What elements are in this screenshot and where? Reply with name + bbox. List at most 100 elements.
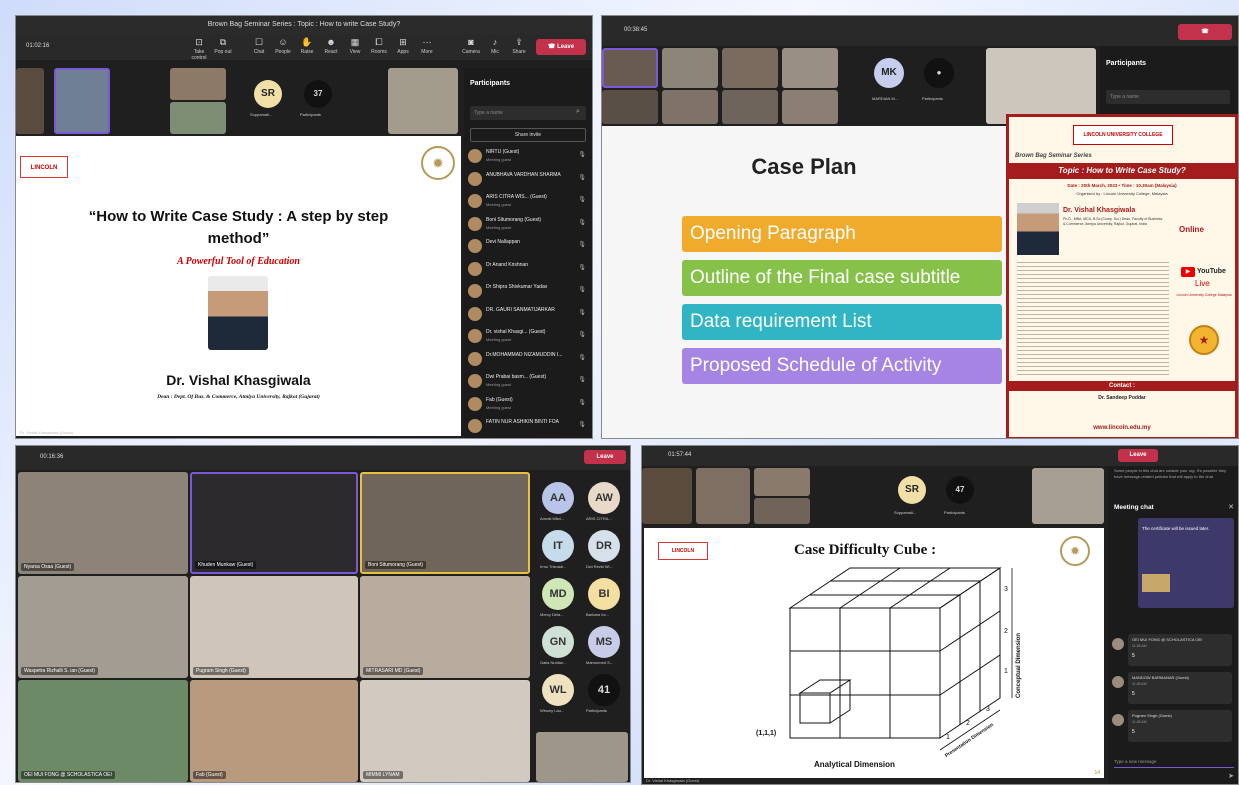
participants-icon[interactable]: ● — [924, 58, 954, 88]
video-tile-p4-1[interactable] — [642, 468, 692, 524]
mic-button[interactable]: ♪ Mic — [484, 36, 506, 58]
participant-row[interactable]: ANUBHAVA VARDHAN SHARMA 🎙 — [464, 169, 592, 191]
leave-button[interactable]: ☎ Leave — [536, 39, 586, 55]
gallery-avatar[interactable]: MS — [588, 626, 620, 658]
participant-video-name: Khuden Munkaw (Guest) — [195, 561, 257, 569]
participant-row[interactable]: DR. GAURI SANMATIJARKAR 🎙 — [464, 304, 592, 326]
share-invite-button[interactable]: Share invite — [470, 128, 586, 142]
participant-video-tile[interactable]: Pugram Singh (Guest) — [190, 576, 358, 678]
video-tile-6[interactable] — [602, 48, 658, 88]
avatar-sr-2[interactable]: SR — [898, 476, 926, 504]
video-tile-10[interactable] — [602, 90, 658, 124]
video-tile-4[interactable] — [170, 102, 226, 134]
participant-row[interactable]: Dwi Prabai basm... (Guest) Meeting guest 🎙 — [464, 371, 592, 393]
participant-video-tile[interactable]: Khuden Munkaw (Guest) — [190, 472, 358, 574]
view-button[interactable]: ▦ View — [344, 36, 366, 58]
participant-avatar — [468, 171, 482, 186]
video-tile-5[interactable] — [388, 68, 458, 134]
participants-count[interactable]: 37 — [304, 80, 332, 108]
gallery-avatar[interactable]: IT — [542, 530, 574, 562]
pop-out-button[interactable]: ⧉ Pop out — [212, 36, 234, 58]
video-tile-14[interactable] — [986, 48, 1096, 124]
participant-name: Dr Shipra Shivkumar Yadav — [486, 284, 548, 290]
participant-row[interactable]: Fab (Guest) Meeting guest 🎙 — [464, 394, 592, 416]
take-control-button[interactable]: ⊡ Take control — [188, 36, 210, 61]
send-icon[interactable]: ➤ — [1228, 772, 1234, 780]
gallery-avatar[interactable]: BI — [588, 578, 620, 610]
leave-button-3[interactable]: Leave — [584, 450, 626, 464]
difficulty-cube-slide: LINCOLN ✹ Case Difficulty Cube : (1,1,1)… — [644, 528, 1104, 778]
participant-video-name: Waspetra Rizhalli S. ian (Guest) — [21, 667, 98, 675]
participant-row[interactable]: Dr. vishal Khasgi... (Guest) Meeting gues… — [464, 326, 592, 348]
participant-video-tile[interactable]: Boni Situmorang (Guest) — [360, 472, 530, 574]
search-input[interactable]: Type a name — [470, 106, 586, 120]
gallery-avatar[interactable]: 41 — [588, 674, 620, 706]
participant-avatar — [468, 149, 482, 163]
video-tile-1[interactable] — [16, 68, 44, 134]
people-button[interactable]: ☺ People — [272, 36, 294, 58]
teams-window-top-left: Brown Bag Seminar Series : Topic : How t… — [15, 15, 593, 439]
leave-button-2[interactable]: ☎ — [1178, 24, 1232, 40]
video-tile-p4-2[interactable] — [696, 468, 750, 524]
gallery-avatar[interactable]: WL — [542, 674, 574, 706]
participant-row[interactable]: ARIS CITRA WIS... (Guest) Meeting guest 🎙 — [464, 191, 592, 213]
participant-video-tile[interactable]: OEI MUI FONG @ SCHOLASTICA OEI — [18, 680, 188, 782]
participant-name: ARIS CITRA WIS... (Guest) — [486, 194, 547, 200]
video-tile-2[interactable] — [54, 68, 110, 134]
raise-hand-button[interactable]: ✋ Raise — [296, 36, 318, 58]
gallery-avatar-name: Dwi Rezki Wi... — [586, 564, 613, 569]
gallery-avatar[interactable]: MD — [542, 578, 574, 610]
participant-video-tile[interactable]: MITRASARI MD (Guest) — [360, 576, 530, 678]
react-button[interactable]: ☻ React — [320, 36, 342, 58]
participant-video-tile[interactable]: Fab (Guest) — [190, 680, 358, 782]
video-tile-3[interactable] — [170, 68, 226, 100]
participants-count-2[interactable]: 47 — [946, 476, 974, 504]
gallery-avatar[interactable]: GN — [542, 626, 574, 658]
participant-row[interactable]: Devi Nallappan 🎙 — [464, 236, 592, 258]
participants-label-2: Participants — [922, 96, 943, 101]
participant-video-tile[interactable]: Waspetra Rizhalli S. ian (Guest) — [18, 576, 188, 678]
camera-button[interactable]: ◙ Camera — [460, 36, 482, 58]
gallery-avatar-name: Irmu Trisnadi... — [540, 564, 567, 569]
participant-row[interactable]: NIRTU (Guest) Meeting guest 🎙 — [464, 146, 592, 168]
video-tile-7[interactable] — [662, 48, 718, 88]
participant-row[interactable]: Boni Situmorang (Guest) Meeting guest 🎙 — [464, 214, 592, 236]
gallery-avatar[interactable]: AA — [542, 482, 574, 514]
avatar-mk[interactable]: MK — [874, 58, 904, 88]
video-tile-12[interactable] — [722, 90, 778, 124]
participant-row[interactable]: Dr Anand Krishnan 🎙 — [464, 259, 592, 281]
teams-window-top-right: 00:38:45 ☎ MK MARDIAN M... ● Participant… — [601, 15, 1239, 439]
chat-input[interactable]: Type a new message — [1114, 756, 1234, 768]
avatar-sr[interactable]: SR — [254, 80, 282, 108]
participant-video-tile[interactable]: Nyarsa Osaa (Guest) — [18, 472, 188, 574]
gallery-avatar[interactable]: AW — [588, 482, 620, 514]
participant-video-tile[interactable]: MIMMI LYNAM — [360, 680, 530, 782]
participant-avatar — [468, 329, 482, 343]
video-tile-p4-5[interactable] — [1032, 468, 1104, 524]
participant-avatar — [468, 216, 482, 231]
participant-row[interactable]: Dr.MOHAMMAD NIZAMUDDIN I... 🎙 — [464, 349, 592, 371]
share-button[interactable]: ⇪ Share — [508, 36, 530, 58]
video-tile-p4-3[interactable] — [754, 468, 810, 496]
video-tile-8[interactable] — [722, 48, 778, 88]
video-tile-9[interactable] — [782, 48, 838, 88]
participants-panel: Participants Type a name ⌕ Share invite … — [464, 68, 592, 438]
gallery-avatar[interactable]: DR — [588, 530, 620, 562]
rooms-button[interactable]: ⧠ Rooms — [368, 36, 390, 58]
chat-link-preview[interactable] — [1142, 574, 1170, 592]
video-tile-13[interactable] — [782, 90, 838, 124]
more-button[interactable]: ⋯ More — [416, 36, 438, 58]
video-tile-p4-4[interactable] — [754, 498, 810, 524]
chat-button[interactable]: ☐ Chat — [248, 36, 270, 58]
participant-row[interactable]: Dr Shipra Shivkumar Yadav 🎙 — [464, 281, 592, 303]
phone-icon: ☎ — [547, 44, 558, 50]
participant-role: Meeting guest — [486, 337, 512, 342]
mic-off-icon: 🎙 — [578, 197, 586, 203]
close-chat-icon[interactable]: ✕ — [1228, 503, 1234, 511]
participant-row[interactable]: FATIN NUR ASHIKIN BINTI FOA 🎙 — [464, 416, 592, 438]
leave-button-4[interactable]: Leave — [1118, 449, 1158, 462]
video-tile-presenter[interactable] — [536, 732, 628, 782]
search-input-2[interactable]: Type a name — [1106, 90, 1230, 104]
video-tile-11[interactable] — [662, 90, 718, 124]
apps-button[interactable]: ⊞ Apps — [392, 36, 414, 58]
